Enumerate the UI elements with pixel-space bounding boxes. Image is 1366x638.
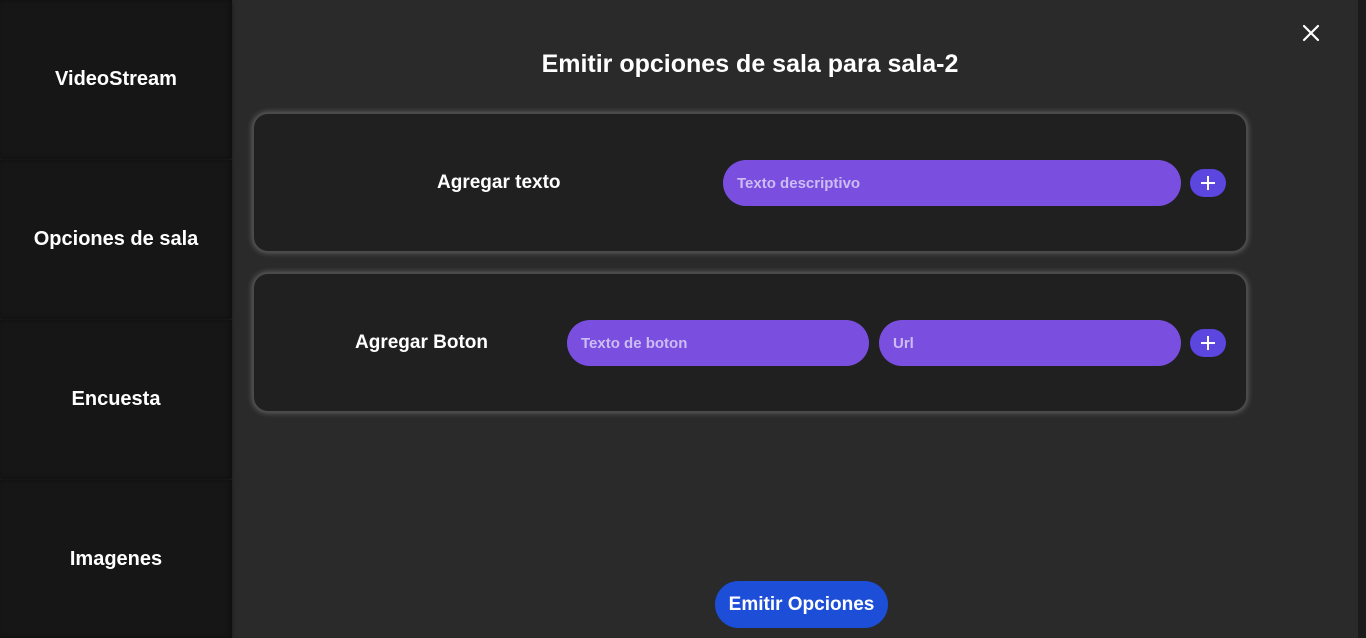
sidebar-item-encuesta[interactable]: Encuesta — [0, 320, 232, 478]
plus-icon — [1201, 176, 1215, 190]
plus-icon — [1201, 336, 1215, 350]
sidebar-item-opciones-de-sala[interactable]: Opciones de sala — [0, 160, 232, 318]
add-button-label: Agregar Boton — [355, 332, 488, 353]
app-root: VideoStream Opciones de sala Encuesta Im… — [0, 0, 1366, 638]
add-text-card: Agregar texto — [252, 112, 1248, 253]
scrollbar[interactable] — [1358, 0, 1366, 638]
dialog-title: Emitir opciones de sala para sala-2 — [541, 50, 959, 78]
url-input[interactable] — [879, 320, 1181, 366]
close-button[interactable] — [1298, 20, 1324, 46]
sidebar: VideoStream Opciones de sala Encuesta Im… — [0, 0, 232, 638]
close-icon — [1302, 24, 1320, 42]
add-button-button[interactable] — [1190, 329, 1226, 357]
add-button-card: Agregar Boton — [252, 272, 1248, 413]
sidebar-item-label: VideoStream — [55, 67, 177, 90]
sidebar-item-imagenes[interactable]: Imagenes — [0, 480, 232, 638]
sidebar-item-label: Opciones de sala — [33, 227, 199, 250]
emit-options-button[interactable]: Emitir Opciones — [715, 581, 888, 628]
add-text-label: Agregar texto — [437, 172, 561, 193]
add-text-button[interactable] — [1190, 169, 1226, 197]
sidebar-item-label: Imagenes — [69, 547, 163, 570]
descriptive-text-input[interactable] — [723, 160, 1181, 206]
sidebar-item-label: Encuesta — [71, 387, 161, 410]
button-text-input[interactable] — [567, 320, 869, 366]
sidebar-item-videostream[interactable]: VideoStream — [0, 0, 232, 158]
